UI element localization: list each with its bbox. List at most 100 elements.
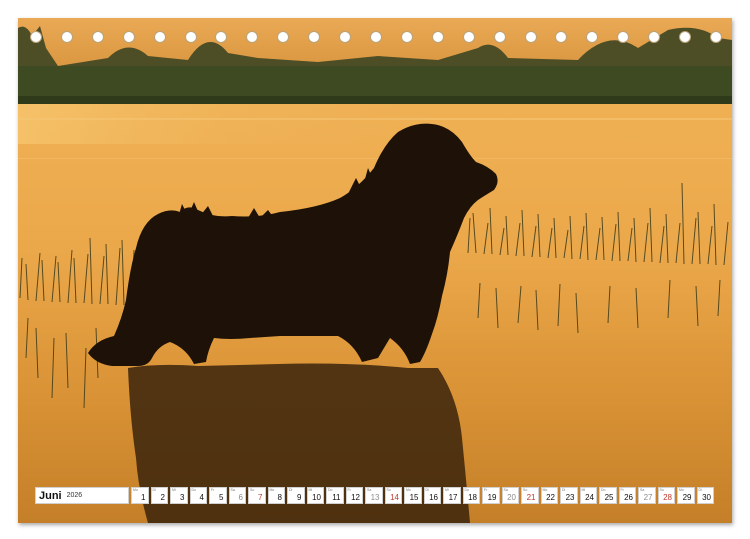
day-cell: Mi 10 [306,487,324,504]
calendar-page: Juni 2026 Mo 1 Di 2 Mi 3 Do 4 Fr 5 Sa 6 So 7 Mo 8 Di 9 Mi 1… [0,0,750,539]
day-weekday: Di [152,488,156,492]
day-number: 7 [258,493,263,502]
day-number: 6 [238,493,243,502]
month-name: Juni [39,489,62,502]
binding-hole [370,31,382,43]
day-cell: Di 23 [560,487,578,504]
day-weekday: Do [328,488,333,492]
day-number: 17 [448,493,458,502]
day-number: 28 [663,493,672,502]
binding-hole [586,31,599,43]
binding-hole [308,31,321,43]
day-cell: Do 4 [189,487,207,504]
day-weekday: Do [601,488,606,492]
photo-scene [18,18,732,523]
day-number: 1 [141,493,146,502]
day-weekday: So [659,488,664,492]
day-cells: Mo 1 Di 2 Mi 3 Do 4 Fr 5 Sa 6 So 7 Mo 8 Di 9 Mi 10 Do 11 Fr 12 S… [131,487,714,504]
day-cell: Mo 22 [540,487,558,504]
day-weekday: Fr [211,488,215,492]
day-cell: Mi 24 [579,487,597,504]
binding-hole [679,31,692,43]
day-number: 8 [277,493,282,502]
day-cell: Do 18 [462,487,480,504]
binding-hole [122,31,135,43]
day-number: 25 [604,493,614,502]
binding-hole [246,31,259,43]
day-number: 26 [624,493,633,502]
day-weekday: Mi [172,488,176,492]
day-cell: Fr 12 [345,487,363,504]
day-number: 21 [526,493,536,502]
day-number: 24 [585,493,594,502]
day-number: 27 [643,493,653,502]
binding-hole [710,31,722,43]
month-label: Juni 2026 [35,487,129,504]
day-number: 11 [332,493,341,502]
binding-hole [555,31,568,43]
day-weekday: Mo [679,488,684,492]
day-weekday: Fr [620,488,624,492]
day-cell: So 28 [657,487,675,504]
day-cell: Di 16 [423,487,441,504]
day-cell: Mo 1 [131,487,149,504]
day-cell: So 14 [384,487,402,504]
day-number: 13 [370,493,380,502]
day-cell: Do 11 [326,487,344,504]
day-weekday: Mo [269,488,275,492]
day-cell: Fr 19 [482,487,500,504]
day-cell: Sa 13 [365,487,383,504]
day-weekday: Sa [503,488,508,492]
day-cell: Di 30 [696,487,714,504]
day-cell: Mi 17 [443,487,461,504]
binding-hole [60,31,73,43]
day-weekday: Fr [484,488,488,492]
day-cell: Mo 29 [677,487,695,504]
day-weekday: Sa [367,488,372,492]
binding-hole [339,31,352,43]
day-cell: Mi 3 [170,487,188,504]
month-year: 2026 [66,492,83,499]
binding-hole [277,31,290,43]
day-number: 30 [702,493,711,502]
binding-hole [153,31,166,43]
binding-hole [184,31,197,43]
day-number: 14 [390,493,399,502]
day-weekday: Do [191,488,196,492]
day-weekday: Mo [406,488,411,492]
month-calendar-strip: Juni 2026 Mo 1 Di 2 Mi 3 Do 4 Fr 5 Sa 6 So 7 Mo 8 Di 9 Mi 1… [35,487,714,504]
day-cell: Mo 8 [267,487,285,504]
day-weekday: Di [562,488,566,492]
day-number: 19 [487,493,497,502]
binding-hole [648,31,661,43]
day-number: 15 [409,493,419,502]
day-number: 20 [507,493,516,502]
day-number: 29 [682,493,692,502]
day-cell: Mo 15 [404,487,422,504]
binding-hole [462,31,475,43]
day-number: 10 [312,493,321,502]
binding-holes [30,31,722,49]
binding-hole [400,31,413,43]
day-weekday: So [386,488,391,492]
day-number: 5 [219,493,224,502]
day-weekday: Di [425,488,429,492]
day-weekday: Sa [230,488,235,492]
binding-hole [524,31,537,43]
day-cell: Fr 26 [618,487,636,504]
day-cell: Di 2 [150,487,168,504]
day-cell: Sa 27 [638,487,656,504]
day-number: 3 [180,493,185,502]
day-weekday: Di [289,488,293,492]
day-number: 4 [199,493,204,502]
day-cell: Do 25 [599,487,617,504]
photo-dog-silhouette [18,18,732,523]
day-weekday: Sa [640,488,645,492]
binding-hole [617,31,630,43]
binding-hole [30,31,42,43]
day-cell: Sa 6 [228,487,246,504]
day-weekday: Mo [133,488,138,492]
day-weekday: Mi [308,488,313,492]
binding-hole [493,31,506,43]
day-number: 16 [429,493,438,502]
